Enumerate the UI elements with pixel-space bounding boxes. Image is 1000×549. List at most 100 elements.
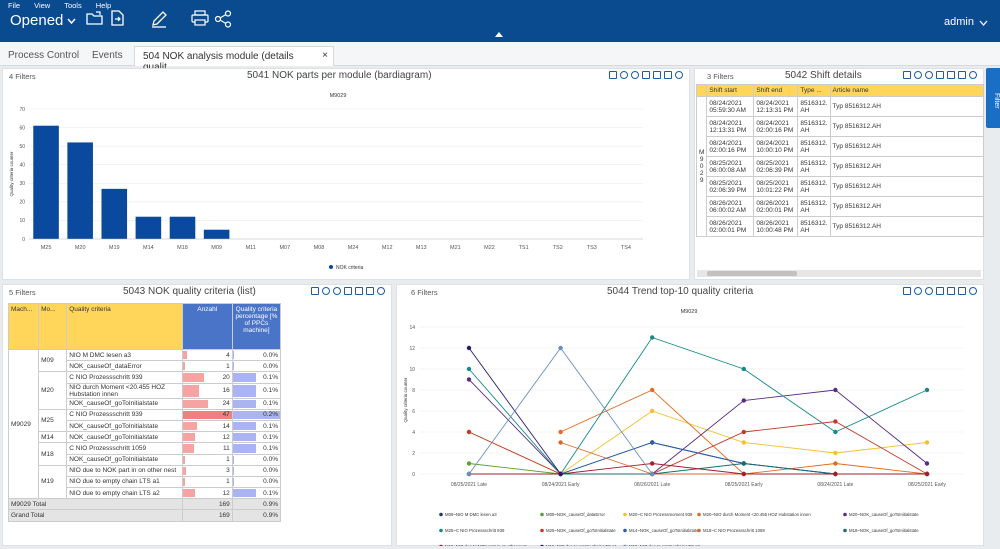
table-row[interactable]: 08/26/2021 06:00:02 AM 08/26/2021 02:00:0… xyxy=(697,196,985,217)
table-row[interactable]: M14 NOK_causeOf_goToInitialstate 12 0.1% xyxy=(9,431,282,444)
y-tick-label: 8 xyxy=(412,388,415,394)
col-machine[interactable]: Mach... xyxy=(7,303,40,350)
table-row[interactable]: M20 C NIO Prozessschritt 939 20 0.1% xyxy=(9,371,282,410)
table-row[interactable]: 08/25/2021 02:06:39 PM 08/25/2021 10:01:2… xyxy=(697,176,985,197)
zoom-icon[interactable] xyxy=(675,71,683,79)
horizontal-scrollbar[interactable] xyxy=(697,270,981,277)
legend-marker xyxy=(623,544,627,546)
tab-events[interactable]: Events xyxy=(84,46,131,66)
edit-icon[interactable] xyxy=(936,71,944,79)
filters-count[interactable]: 6 Filters xyxy=(411,288,438,297)
data-point xyxy=(466,429,472,435)
filters-count[interactable]: 3 Filters xyxy=(707,72,734,81)
tab-nok-analysis[interactable]: 504 NOK analysis module (details qualit.… xyxy=(134,46,334,73)
clock-icon[interactable] xyxy=(925,71,933,79)
table-row[interactable]: M19 NIO due to NOK part in on other nest 3… xyxy=(9,464,282,500)
panel-title: 5042 Shift details xyxy=(785,70,862,81)
tab-process-control[interactable]: Process Control xyxy=(0,46,87,66)
refresh-icon[interactable] xyxy=(322,287,330,295)
export-icon[interactable] xyxy=(903,71,911,79)
col-shift-end[interactable]: Shift end xyxy=(753,84,799,97)
col-quality-criteria[interactable]: Quality criteria xyxy=(66,303,183,350)
edit-icon[interactable] xyxy=(936,287,944,295)
count-value: 1 xyxy=(226,362,230,370)
data-point xyxy=(833,450,838,456)
tab-label: Events xyxy=(92,50,123,61)
table-row[interactable]: 08/26/2021 02:00:01 PM 08/26/2021 10:00:4… xyxy=(697,216,985,237)
col-percentage[interactable]: Quality criteria percentage [% of PPCs m… xyxy=(231,303,282,350)
table-row[interactable]: 08/24/2021 02:00:16 PM 08/24/2021 10:00:1… xyxy=(697,136,985,157)
legend-marker xyxy=(843,512,847,517)
user-menu[interactable]: admin xyxy=(944,16,974,28)
table-icon[interactable] xyxy=(947,71,955,79)
col-type[interactable]: Type ... xyxy=(797,84,831,97)
edit-icon[interactable] xyxy=(344,287,352,295)
table-icon[interactable] xyxy=(653,71,661,79)
col-count[interactable]: Anzahl xyxy=(181,303,233,350)
menu-tools[interactable]: Tools xyxy=(64,1,82,10)
zoom-icon[interactable] xyxy=(969,287,977,295)
series-line xyxy=(468,336,928,475)
refresh-icon[interactable] xyxy=(914,71,922,79)
col-module[interactable]: Mo... xyxy=(38,303,68,350)
table-row[interactable]: M25 C NIO Prozessschritt 939 47 0.2% xyxy=(9,408,282,433)
filters-count[interactable]: 5 Filters xyxy=(9,288,36,297)
open-folder-icon[interactable] xyxy=(86,10,104,26)
export-icon[interactable] xyxy=(311,287,319,295)
machine-cell: M9029 xyxy=(7,348,40,500)
export-icon[interactable] xyxy=(609,71,617,79)
edit-icon[interactable] xyxy=(642,71,650,79)
export-icon[interactable] xyxy=(903,287,911,295)
y-tick-label: 0 xyxy=(412,472,415,478)
layout-icon[interactable] xyxy=(958,287,966,295)
zoom-icon[interactable] xyxy=(377,287,385,295)
count-cell: 1 xyxy=(181,360,233,373)
bar xyxy=(203,229,230,239)
layout-icon[interactable] xyxy=(366,287,374,295)
refresh-icon[interactable] xyxy=(620,71,628,79)
table-row[interactable]: M18 C NIO Prozessschritt 1059 11 0.1% xyxy=(9,442,282,466)
close-tab-icon[interactable]: × xyxy=(322,50,328,61)
col-article-name[interactable]: Article name xyxy=(829,84,985,97)
legend-marker xyxy=(540,544,544,546)
x-tick-label: M08 xyxy=(314,245,325,251)
module-cell: M18 xyxy=(38,442,68,466)
table-icon[interactable] xyxy=(947,287,955,295)
export-file-icon[interactable] xyxy=(110,10,126,26)
table-row[interactable]: M9029 08/24/2021 05:59:30 AM 08/24/2021 12… xyxy=(695,96,985,237)
legend-marker xyxy=(540,512,544,517)
share-icon[interactable] xyxy=(214,10,232,28)
col-shift-start[interactable]: Shift start xyxy=(706,84,755,97)
percentage-cell: 0.1% xyxy=(231,487,282,500)
layout-icon[interactable] xyxy=(664,71,672,79)
table-row[interactable]: 08/25/2021 06:00:08 AM 08/25/2021 02:06:3… xyxy=(697,156,985,177)
criteria-cell: NIO due to empty chain LTS a2 xyxy=(66,487,183,500)
menu-view[interactable]: View xyxy=(34,1,50,10)
table-cell: 08/26/2021 02:00:01 PM xyxy=(706,216,755,237)
table-cell: Typ 8516312.AH xyxy=(829,136,985,157)
print-icon[interactable] xyxy=(191,10,209,26)
table-icon[interactable] xyxy=(355,287,363,295)
filters-count[interactable]: 4 Filters xyxy=(9,72,36,81)
x-tick-label: 08/24/2021 Early xyxy=(542,482,580,488)
refresh-icon[interactable] xyxy=(914,287,922,295)
edit-pencil-icon[interactable] xyxy=(150,10,168,28)
data-point xyxy=(650,335,655,340)
table-row[interactable]: 08/24/2021 12:13:31 PM 08/24/2021 02:00:1… xyxy=(697,116,985,137)
opened-dropdown[interactable]: Opened xyxy=(10,12,76,29)
filter-side-tab[interactable]: Filter xyxy=(986,68,1000,128)
percentage-cell: 0.1% xyxy=(231,371,282,384)
clock-icon[interactable] xyxy=(631,71,639,79)
user-chevron-icon[interactable] xyxy=(979,20,988,26)
percentage-value: 0.0% xyxy=(263,478,278,486)
scrollbar-thumb[interactable] xyxy=(707,271,797,276)
menu-file[interactable]: File xyxy=(8,1,20,10)
zoom-icon[interactable] xyxy=(969,71,977,79)
clock-icon[interactable] xyxy=(925,287,933,295)
clock-icon[interactable] xyxy=(333,287,341,295)
table-row[interactable]: M9029 M09 NIO M DMC lesen a3 4 0.0% xyxy=(7,348,282,500)
total-percentage: 0.9% xyxy=(231,509,282,522)
layout-icon[interactable] xyxy=(958,71,966,79)
menu-help[interactable]: Help xyxy=(96,1,111,10)
collapse-toolbar-icon[interactable] xyxy=(495,32,503,37)
